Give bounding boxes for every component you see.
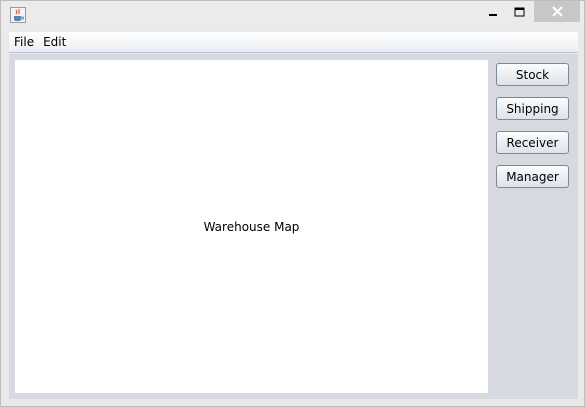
warehouse-map-label: Warehouse Map [203,219,300,234]
close-button[interactable] [534,1,580,22]
menu-edit[interactable]: Edit [38,32,70,52]
application-window: File Edit Warehouse Map Stock Shipping R… [0,0,585,407]
minimize-icon [488,2,498,21]
manager-button[interactable]: Manager [496,165,569,188]
maximize-button[interactable] [506,1,533,22]
warehouse-map-panel[interactable]: Warehouse Map [15,60,488,393]
minimize-button[interactable] [479,1,506,22]
title-bar[interactable] [1,1,584,31]
stock-button[interactable]: Stock [496,63,569,86]
menu-bar: File Edit [9,32,578,53]
shipping-button[interactable]: Shipping [496,97,569,120]
maximize-icon [514,2,525,21]
menu-file[interactable]: File [9,32,38,52]
content-pane: Warehouse Map Stock Shipping Receiver Ma… [9,54,578,399]
receiver-button[interactable]: Receiver [496,131,569,154]
java-cup-icon[interactable] [10,7,26,23]
close-icon [551,2,563,21]
